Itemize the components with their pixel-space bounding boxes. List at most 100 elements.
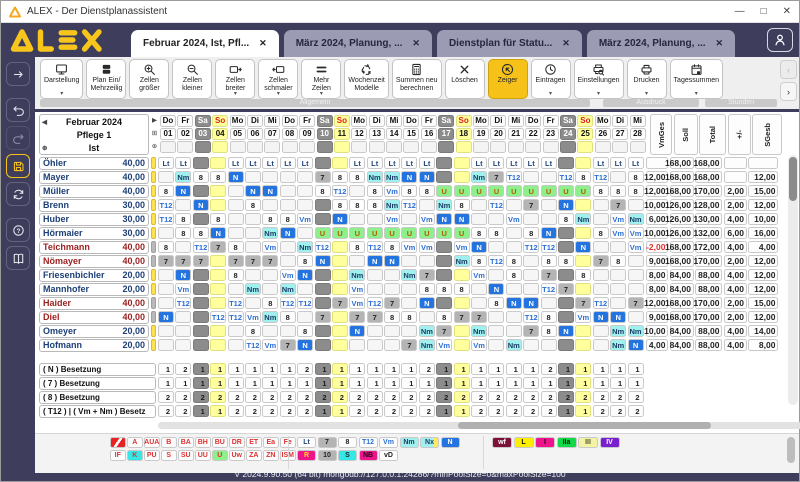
employee-name-box[interactable]: Nömayer40,00 xyxy=(39,255,149,268)
day-date-header[interactable]: 05 xyxy=(230,128,246,140)
shift-cell[interactable] xyxy=(315,283,331,295)
shift-cell[interactable]: U xyxy=(541,185,557,197)
shift-cell[interactable] xyxy=(628,255,644,267)
toolbar-button-wochenzeit-modelle[interactable]: Wochenzeit Modelle xyxy=(344,59,388,99)
shift-cell[interactable]: 8 xyxy=(488,297,504,309)
day-name-header[interactable]: Do xyxy=(525,115,541,127)
shift-cell[interactable] xyxy=(228,227,244,239)
shift-cell[interactable]: Lt xyxy=(297,157,313,169)
shift-cell[interactable]: 8 xyxy=(593,227,609,239)
shift-cell[interactable] xyxy=(349,255,365,267)
tab-2[interactable]: März 2024, Planung, ...✕ xyxy=(284,30,432,57)
shift-cell[interactable]: U xyxy=(332,227,348,239)
shift-cell[interactable]: Lt xyxy=(541,157,557,169)
shift-cell[interactable] xyxy=(210,199,226,211)
shift-cell[interactable]: N xyxy=(175,269,191,281)
shift-cell[interactable] xyxy=(454,325,470,337)
legend-chip-DR[interactable]: DR xyxy=(229,437,245,448)
shift-cell[interactable]: 8 xyxy=(332,199,348,211)
shift-cell[interactable]: N xyxy=(315,255,331,267)
shift-cell[interactable]: Lt xyxy=(367,157,383,169)
day-date-header[interactable]: 20 xyxy=(490,128,506,140)
legend-chip-strike[interactable] xyxy=(110,437,126,448)
shift-cell[interactable]: Nm xyxy=(436,199,452,211)
shift-cell[interactable]: U xyxy=(506,185,522,197)
shift-cell[interactable]: Vm xyxy=(384,185,400,197)
shift-cell[interactable]: 8 xyxy=(384,241,400,253)
shift-cell[interactable]: Nm xyxy=(280,283,296,295)
shift-cell[interactable]: T12 xyxy=(245,339,261,351)
legend-chip-vD[interactable]: vD xyxy=(379,450,398,461)
day-name-header[interactable]: Fr xyxy=(177,115,193,127)
shift-cell[interactable]: 7 xyxy=(593,255,609,267)
day-date-header[interactable]: 25 xyxy=(577,128,593,140)
legend-chip-Lt[interactable]: Lt xyxy=(297,437,316,448)
toolbar-button-zellen-schmaler[interactable]: Zellen schmaler▾ xyxy=(258,59,298,99)
shift-cell[interactable] xyxy=(575,157,591,169)
shift-cell[interactable] xyxy=(367,213,383,225)
shift-cell[interactable] xyxy=(419,199,435,211)
shift-cell[interactable] xyxy=(558,311,574,323)
shift-cell[interactable] xyxy=(436,269,452,281)
shift-cell[interactable]: 7 xyxy=(401,339,417,351)
shift-cell[interactable] xyxy=(315,325,331,337)
legend-chip-III[interactable]: III xyxy=(578,437,598,448)
legend-chip-S[interactable]: S xyxy=(338,450,357,461)
legend-chip-BH[interactable]: BH xyxy=(195,437,211,448)
shift-cell[interactable] xyxy=(367,339,383,351)
day-date-header[interactable]: 04 xyxy=(212,128,228,140)
shift-cell[interactable]: 8 xyxy=(349,199,365,211)
toolbar-button-plan-ein-mehrzeilig[interactable]: Plan Ein/ Mehrzeilig xyxy=(86,59,126,99)
day-date-header[interactable]: 27 xyxy=(612,128,628,140)
shift-cell[interactable]: Lt xyxy=(349,157,365,169)
shift-cell[interactable]: T12 xyxy=(332,185,348,197)
minimize-icon[interactable]: — xyxy=(735,6,745,17)
shift-cell[interactable]: N xyxy=(262,185,278,197)
employee-name-box[interactable]: Öhler40,00 xyxy=(39,157,149,170)
shift-cell[interactable]: U xyxy=(575,185,591,197)
shift-cell[interactable]: N xyxy=(193,199,209,211)
shift-cell[interactable] xyxy=(575,255,591,267)
shift-cell[interactable]: 7 xyxy=(384,297,400,309)
day-date-header[interactable]: 01 xyxy=(160,128,176,140)
shift-cell[interactable] xyxy=(506,311,522,323)
shift-cell[interactable]: 8 xyxy=(175,227,191,239)
shift-cell[interactable]: Nm xyxy=(262,227,278,239)
day-date-header[interactable]: 03 xyxy=(195,128,211,140)
shift-cell[interactable]: Vm xyxy=(175,283,191,295)
shift-cell[interactable]: 7 xyxy=(610,199,626,211)
shift-cell[interactable]: Vm xyxy=(245,311,261,323)
shift-cell[interactable]: 8 xyxy=(262,213,278,225)
employee-name-box[interactable]: Mayer40,00 xyxy=(39,171,149,184)
legend-chip-SU[interactable]: SU xyxy=(178,450,194,461)
legend-chip-S[interactable]: S xyxy=(161,450,177,461)
shift-cell[interactable] xyxy=(245,269,261,281)
employee-name-box[interactable]: Brenn30,00 xyxy=(39,199,149,212)
shift-cell[interactable]: Nm xyxy=(610,339,626,351)
shift-cell[interactable]: Lt xyxy=(245,157,261,169)
shift-cell[interactable] xyxy=(158,325,174,337)
shift-cell[interactable]: Lt xyxy=(610,157,626,169)
shift-cell[interactable]: T12 xyxy=(228,311,244,323)
shift-cell[interactable]: T12 xyxy=(158,199,174,211)
shift-cell[interactable]: Vm xyxy=(349,283,365,295)
shift-cell[interactable]: 8 xyxy=(436,311,452,323)
book-button[interactable] xyxy=(6,246,30,270)
shift-cell[interactable] xyxy=(228,185,244,197)
shift-cell[interactable]: N xyxy=(297,269,313,281)
employee-name-box[interactable]: Müller40,00 xyxy=(39,185,149,198)
legend-chip-R[interactable]: R xyxy=(297,450,316,461)
shift-cell[interactable] xyxy=(315,297,331,309)
legend-chip-ZN[interactable]: ZN xyxy=(263,450,279,461)
employee-name-box[interactable]: Diel40,00 xyxy=(39,311,149,324)
shift-cell[interactable]: T12 xyxy=(401,199,417,211)
redo-button[interactable] xyxy=(6,126,30,150)
toolbar-button-eintragen[interactable]: Eintragen▾ xyxy=(531,59,571,99)
shift-cell[interactable] xyxy=(471,297,487,309)
shift-cell[interactable]: U xyxy=(558,185,574,197)
shift-cell[interactable]: 7 xyxy=(315,171,331,183)
employee-name-box[interactable]: Friesenbichler20,00 xyxy=(39,269,149,282)
shift-cell[interactable]: 8 xyxy=(454,199,470,211)
shift-cell[interactable] xyxy=(506,283,522,295)
shift-cell[interactable]: T12 xyxy=(315,241,331,253)
